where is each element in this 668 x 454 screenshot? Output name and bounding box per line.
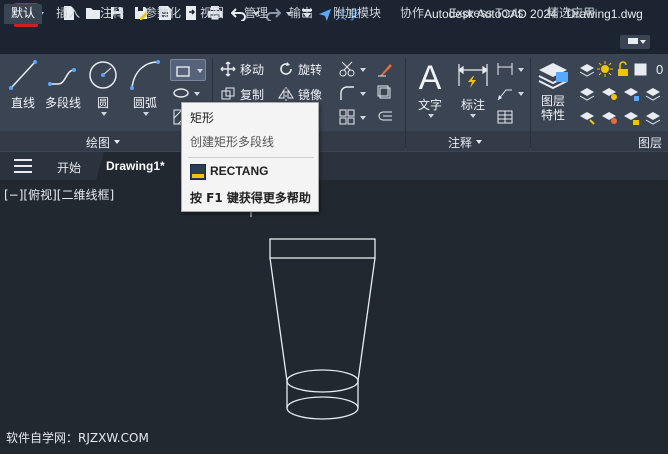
cup-rim-rectangle bbox=[269, 238, 376, 259]
tooltip-command: RECTANG bbox=[210, 164, 269, 178]
tooltip-help: 按 F1 键获得更多帮助 bbox=[190, 191, 311, 205]
command-icon bbox=[190, 164, 206, 180]
cup-base-top-ellipse bbox=[286, 369, 359, 393]
cup-right-side bbox=[357, 257, 376, 382]
tooltip-title: 矩形 bbox=[190, 111, 215, 125]
cup-base-bottom-ellipse bbox=[286, 396, 359, 420]
rectangle-tooltip: 矩形 创建矩形多段线 RECTANG 按 F1 键获得更多帮助 bbox=[181, 102, 319, 212]
cup-left-side bbox=[269, 257, 288, 382]
cup-drawing bbox=[250, 207, 376, 420]
tooltip-divider bbox=[188, 157, 314, 158]
watermark: 软件自学网：RJZXW.COM bbox=[6, 431, 149, 445]
tooltip-description: 创建矩形多段线 bbox=[190, 135, 275, 149]
